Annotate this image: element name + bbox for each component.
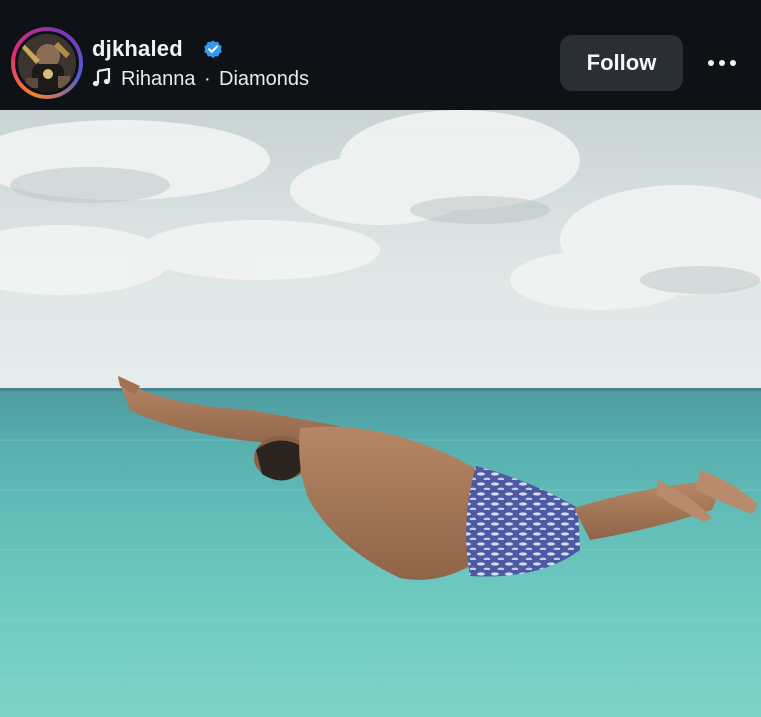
- avatar[interactable]: [15, 31, 79, 95]
- more-options-button[interactable]: [700, 48, 744, 78]
- more-horizontal-icon: [730, 60, 736, 66]
- instagram-post: djkhaled Rihanna · Diamonds Follow: [0, 0, 761, 717]
- post-photo[interactable]: [0, 110, 761, 717]
- audio-artist-link[interactable]: Rihanna: [121, 67, 196, 91]
- more-horizontal-icon: [719, 60, 725, 66]
- audio-song-link[interactable]: Diamonds: [219, 67, 309, 91]
- follow-button[interactable]: Follow: [560, 35, 683, 91]
- story-ring[interactable]: [11, 27, 83, 99]
- audio-separator: ·: [204, 68, 211, 90]
- photo-image: [0, 110, 761, 717]
- avatar-image: [18, 34, 76, 92]
- more-horizontal-icon: [708, 60, 714, 66]
- username[interactable]: djkhaled: [92, 36, 183, 62]
- music-note-icon: [92, 68, 111, 87]
- post-header: djkhaled Rihanna · Diamonds Follow: [0, 0, 761, 110]
- verified-badge-icon: [204, 40, 222, 58]
